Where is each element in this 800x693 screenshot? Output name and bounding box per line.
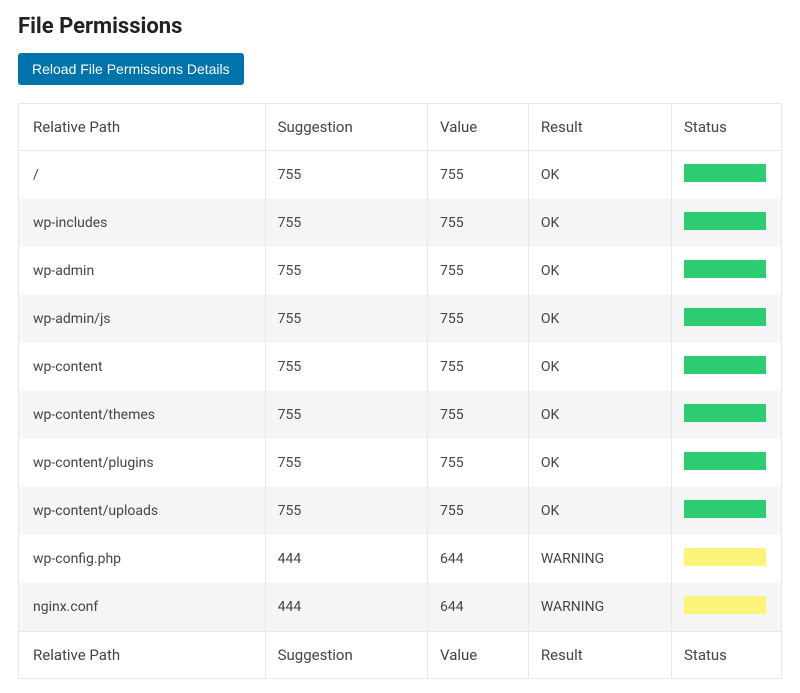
cell-value: 644 — [427, 583, 528, 632]
status-bar-ok — [684, 452, 766, 470]
status-bar-ok — [684, 356, 766, 374]
cell-status — [672, 535, 782, 583]
col-header-status: Status — [672, 104, 782, 151]
cell-result: OK — [528, 295, 671, 343]
cell-value: 755 — [427, 391, 528, 439]
table-row: wp-content/uploads755755OK — [19, 487, 782, 535]
status-bar-ok — [684, 164, 766, 182]
cell-path: wp-content/themes — [19, 391, 266, 439]
cell-suggestion: 755 — [265, 343, 427, 391]
col-header-value: Value — [427, 104, 528, 151]
status-bar-warning — [684, 548, 766, 566]
status-bar-ok — [684, 500, 766, 518]
cell-path: / — [19, 151, 266, 200]
cell-result: OK — [528, 391, 671, 439]
cell-status — [672, 487, 782, 535]
table-row: wp-config.php444644WARNING — [19, 535, 782, 583]
cell-value: 755 — [427, 151, 528, 200]
cell-status — [672, 391, 782, 439]
cell-suggestion: 755 — [265, 295, 427, 343]
cell-value: 755 — [427, 247, 528, 295]
cell-path: nginx.conf — [19, 583, 266, 632]
cell-result: OK — [528, 199, 671, 247]
table-row: wp-content755755OK — [19, 343, 782, 391]
cell-value: 755 — [427, 439, 528, 487]
file-permissions-table: Relative Path Suggestion Value Result St… — [18, 103, 782, 679]
table-header-row: Relative Path Suggestion Value Result St… — [19, 104, 782, 151]
col-footer-path: Relative Path — [19, 632, 266, 679]
cell-suggestion: 444 — [265, 583, 427, 632]
cell-status — [672, 439, 782, 487]
table-row: wp-content/plugins755755OK — [19, 439, 782, 487]
cell-value: 755 — [427, 487, 528, 535]
col-footer-result: Result — [528, 632, 671, 679]
col-header-path: Relative Path — [19, 104, 266, 151]
cell-result: OK — [528, 151, 671, 200]
cell-suggestion: 755 — [265, 199, 427, 247]
cell-result: OK — [528, 343, 671, 391]
table-row: wp-admin/js755755OK — [19, 295, 782, 343]
col-footer-value: Value — [427, 632, 528, 679]
status-bar-warning — [684, 596, 766, 614]
cell-result: OK — [528, 247, 671, 295]
cell-value: 644 — [427, 535, 528, 583]
cell-status — [672, 295, 782, 343]
table-row: wp-content/themes755755OK — [19, 391, 782, 439]
cell-suggestion: 755 — [265, 151, 427, 200]
cell-result: OK — [528, 487, 671, 535]
cell-path: wp-admin/js — [19, 295, 266, 343]
cell-status — [672, 247, 782, 295]
cell-status — [672, 343, 782, 391]
cell-path: wp-content — [19, 343, 266, 391]
cell-suggestion: 755 — [265, 247, 427, 295]
status-bar-ok — [684, 404, 766, 422]
cell-status — [672, 199, 782, 247]
cell-path: wp-content/uploads — [19, 487, 266, 535]
reload-file-permissions-button[interactable]: Reload File Permissions Details — [18, 53, 244, 85]
cell-path: wp-includes — [19, 199, 266, 247]
cell-suggestion: 755 — [265, 487, 427, 535]
cell-path: wp-config.php — [19, 535, 266, 583]
col-header-suggestion: Suggestion — [265, 104, 427, 151]
col-footer-suggestion: Suggestion — [265, 632, 427, 679]
cell-value: 755 — [427, 343, 528, 391]
cell-suggestion: 755 — [265, 439, 427, 487]
status-bar-ok — [684, 212, 766, 230]
table-row: wp-admin755755OK — [19, 247, 782, 295]
cell-value: 755 — [427, 295, 528, 343]
status-bar-ok — [684, 308, 766, 326]
table-footer-row: Relative Path Suggestion Value Result St… — [19, 632, 782, 679]
table-row: wp-includes755755OK — [19, 199, 782, 247]
status-bar-ok — [684, 260, 766, 278]
table-row: nginx.conf444644WARNING — [19, 583, 782, 632]
cell-status — [672, 583, 782, 632]
cell-path: wp-admin — [19, 247, 266, 295]
cell-result: OK — [528, 439, 671, 487]
col-header-result: Result — [528, 104, 671, 151]
cell-suggestion: 755 — [265, 391, 427, 439]
page-title: File Permissions — [18, 14, 782, 39]
cell-suggestion: 444 — [265, 535, 427, 583]
cell-status — [672, 151, 782, 200]
cell-result: WARNING — [528, 535, 671, 583]
cell-path: wp-content/plugins — [19, 439, 266, 487]
col-footer-status: Status — [672, 632, 782, 679]
cell-result: WARNING — [528, 583, 671, 632]
cell-value: 755 — [427, 199, 528, 247]
table-row: /755755OK — [19, 151, 782, 200]
